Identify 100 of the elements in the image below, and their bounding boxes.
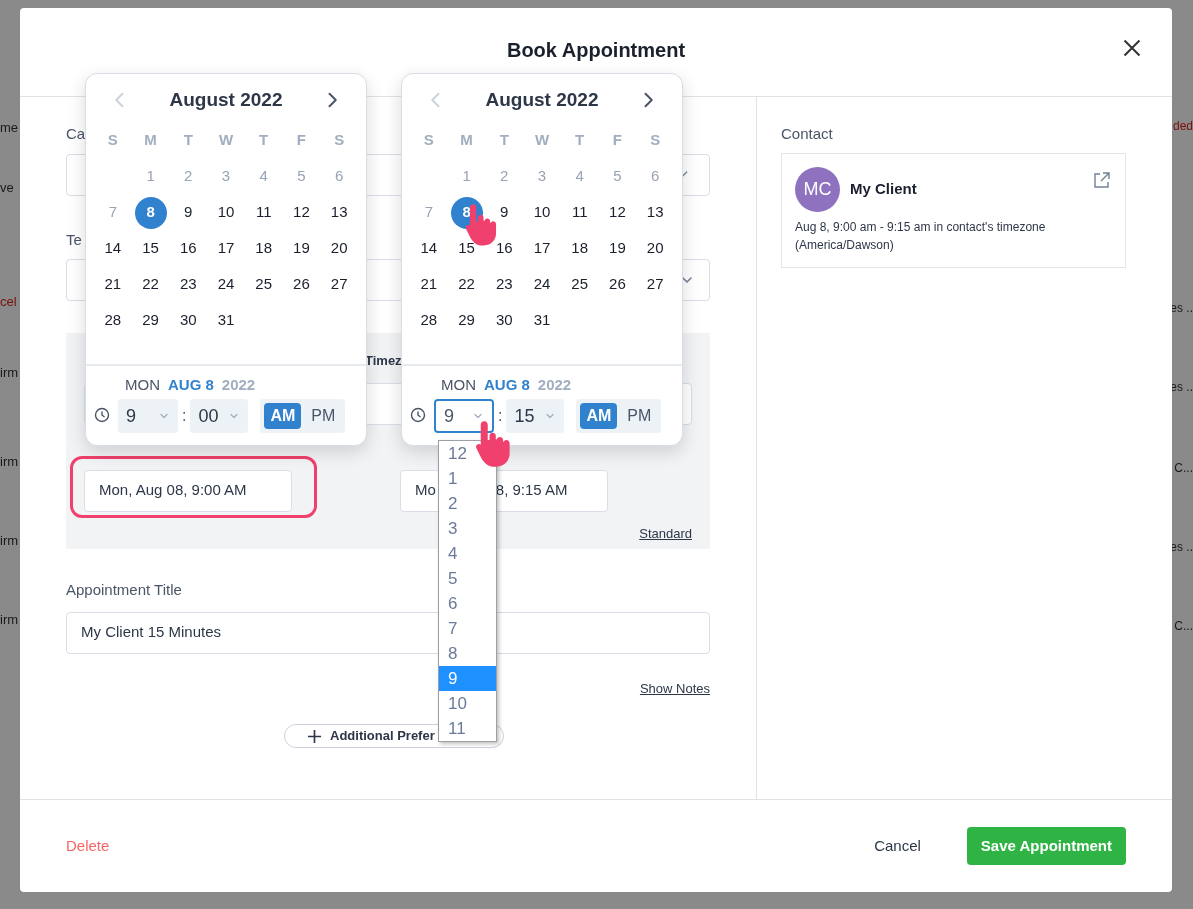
hour-option[interactable]: 1 (439, 466, 496, 491)
calendar-day[interactable]: 24 (210, 268, 242, 301)
calendar-day[interactable]: 13 (639, 196, 672, 229)
calendar-day[interactable]: 19 (285, 232, 318, 265)
year-text: 2022 (221, 374, 256, 395)
calendar-day[interactable]: 9 (172, 196, 205, 229)
hour-option[interactable]: 4 (439, 541, 496, 566)
calendar-day[interactable]: 9 (488, 196, 521, 229)
calendar-day[interactable]: 24 (526, 268, 558, 301)
calendar-day[interactable]: 29 (134, 304, 167, 337)
meridiem-toggle[interactable]: AM (264, 403, 302, 429)
weekday-label: T (574, 130, 586, 151)
calendar-day[interactable]: 30 (488, 304, 521, 337)
calendar-day[interactable]: 20 (323, 232, 356, 265)
calendar-day[interactable]: 27 (323, 268, 356, 301)
selected-date-text: AUG 8 (168, 374, 214, 395)
timezone-label: Timez (365, 352, 402, 370)
time-separator: : (182, 406, 187, 426)
calendar-day[interactable]: 19 (601, 232, 634, 265)
field-label: Appointment Title (66, 580, 182, 600)
calendar-day[interactable]: 10 (526, 196, 558, 229)
field-label: Ca (66, 124, 86, 144)
date-field-text: Mo (415, 480, 436, 501)
calendar-day[interactable]: 26 (601, 268, 634, 301)
hour-option[interactable]: 10 (439, 691, 496, 716)
calendar-day[interactable]: 12 (601, 196, 634, 229)
weekday-label: W (533, 130, 551, 151)
hour-select[interactable]: 9 (434, 399, 494, 433)
calendar-day[interactable]: 11 (563, 196, 596, 229)
cancel-button[interactable]: Cancel (866, 834, 929, 858)
hour-option[interactable]: 5 (439, 566, 496, 591)
calendar-day[interactable]: 27 (639, 268, 672, 301)
background-text: me (0, 120, 19, 136)
weekday-label: S (106, 130, 119, 151)
calendar-day[interactable]: 20 (639, 232, 672, 265)
standard-link[interactable]: Standard (639, 523, 692, 543)
meridiem-toggle[interactable]: PM (305, 403, 342, 429)
calendar-day[interactable]: 15 (450, 232, 483, 265)
year-text: 2022 (537, 374, 572, 395)
contact-avatar: MC (795, 166, 840, 212)
weekday-label: F (611, 130, 623, 151)
external-link-icon[interactable] (1092, 169, 1112, 190)
calendar-day[interactable]: 23 (172, 268, 205, 301)
date-field[interactable]: Mon, Aug 08, 9:00 AM (84, 469, 292, 512)
plus-icon (307, 728, 322, 744)
calendar-day[interactable]: 14 (96, 232, 129, 265)
weekday-label: S (333, 130, 346, 151)
calendar-day[interactable]: 15 (134, 232, 167, 265)
close-button[interactable] (1122, 38, 1142, 58)
selected-date-text: AUG 8 (484, 374, 530, 395)
calendar-day[interactable]: 28 (412, 304, 445, 337)
background-text: irm (0, 454, 19, 470)
contact-name: My Client (850, 178, 918, 199)
calendar-day[interactable]: 10 (210, 196, 242, 229)
clock-icon (410, 407, 426, 423)
calendar-day[interactable]: 31 (526, 304, 558, 337)
background-text: irm (0, 612, 19, 628)
calendar-day[interactable]: 17 (526, 232, 558, 265)
calendar-day[interactable]: 25 (563, 268, 596, 301)
calendar-day[interactable]: 22 (134, 268, 167, 301)
calendar-day[interactable]: 18 (563, 232, 596, 265)
weekday-label: T (182, 130, 194, 151)
dialog-title: Book Appointment (506, 38, 686, 63)
calendar-day[interactable]: 28 (96, 304, 129, 337)
calendar-day[interactable]: 16 (172, 232, 205, 265)
calendar-day[interactable]: 31 (210, 304, 242, 337)
hour-option[interactable]: 3 (439, 516, 496, 541)
weekday-label: F (295, 130, 307, 151)
calendar-day[interactable]: 21 (412, 268, 445, 301)
background-text: C... (1174, 460, 1193, 476)
calendar-day[interactable]: 29 (450, 304, 483, 337)
minute-select[interactable]: 15 (506, 399, 565, 433)
minute-select[interactable]: 00 (190, 399, 249, 433)
calendar-day[interactable]: 18 (247, 232, 280, 265)
hour-option[interactable]: 7 (439, 616, 496, 641)
calendar-day[interactable]: 22 (450, 268, 483, 301)
calendar-day[interactable]: 25 (247, 268, 280, 301)
calendar-day[interactable]: 17 (210, 232, 242, 265)
calendar-day[interactable]: 26 (285, 268, 318, 301)
month-title: August 2022 (485, 88, 599, 112)
weekday-label: M (459, 130, 474, 151)
show-notes-link[interactable]: Show Notes (639, 678, 710, 698)
meridiem-toggle[interactable]: PM (621, 403, 658, 429)
calendar-day[interactable]: 8 (134, 196, 167, 229)
time-separator: : (498, 406, 503, 426)
background-text: irm (0, 533, 19, 549)
calendar-day[interactable]: 13 (323, 196, 356, 229)
background-text: irm (0, 365, 19, 381)
calendar-day[interactable]: 12 (285, 196, 318, 229)
hour-select[interactable]: 9 (118, 399, 178, 433)
calendar-day[interactable]: 21 (96, 268, 129, 301)
calendar-day[interactable]: 11 (247, 196, 280, 229)
calendar-day[interactable]: 30 (172, 304, 205, 337)
weekday-label: S (422, 130, 435, 151)
weekday-label: M (143, 130, 158, 151)
meridiem-toggle[interactable]: AM (580, 403, 618, 429)
calendar-day[interactable]: 14 (412, 232, 445, 265)
field-label: Te (66, 229, 82, 250)
calendar-day[interactable]: 16 (488, 232, 521, 265)
calendar-day[interactable]: 23 (488, 268, 521, 301)
